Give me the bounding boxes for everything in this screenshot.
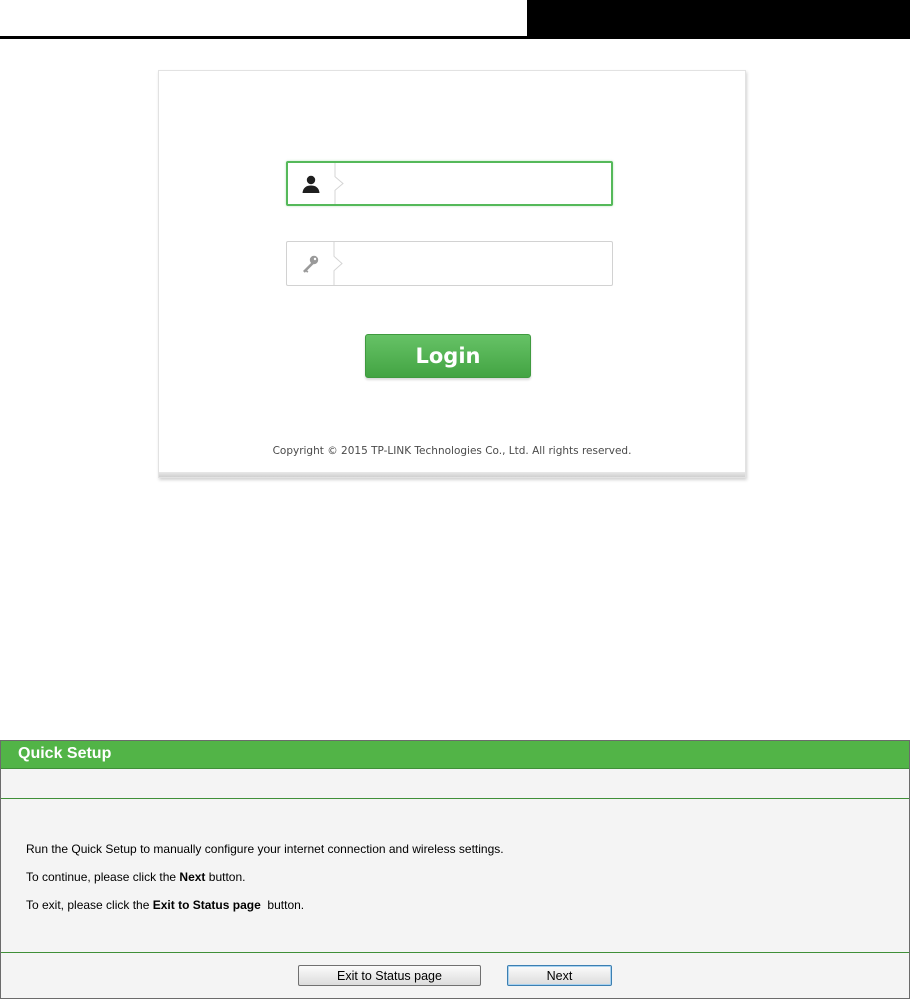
exit-prefix: To exit, please click the [26,898,153,912]
login-panel: Login Copyright © 2015 TP-LINK Technolog… [158,70,746,478]
divider [1,952,909,953]
password-input[interactable] [349,242,608,285]
username-field[interactable] [286,161,613,206]
field-separator [334,163,344,204]
user-icon [288,163,334,204]
document-header-block [527,0,910,38]
login-button[interactable]: Login [365,334,531,378]
continue-prefix: To continue, please click the [26,870,180,884]
password-field[interactable] [286,241,613,286]
exit-suffix: button. [260,898,305,912]
exit-bold: Exit to Status page [152,898,261,912]
intro-text: Run the Quick Setup to manually configur… [26,842,504,856]
continue-instruction: To continue, please click the Next butto… [26,870,245,884]
copyright-text: Copyright © 2015 TP-LINK Technologies Co… [272,445,632,457]
key-icon [287,242,333,285]
next-button[interactable]: Next [507,965,612,986]
exit-to-status-button[interactable]: Exit to Status page [298,965,481,986]
quick-setup-title: Quick Setup [1,741,909,769]
document-header-rule [0,36,910,39]
quick-setup-panel: Quick Setup Run the Quick Setup to manua… [0,740,910,999]
field-separator [333,242,343,285]
continue-suffix: button. [205,870,246,884]
exit-instruction: To exit, please click the Exit to Status… [26,898,304,912]
continue-bold: Next [179,870,206,884]
username-input[interactable] [350,163,607,204]
divider [1,798,909,799]
